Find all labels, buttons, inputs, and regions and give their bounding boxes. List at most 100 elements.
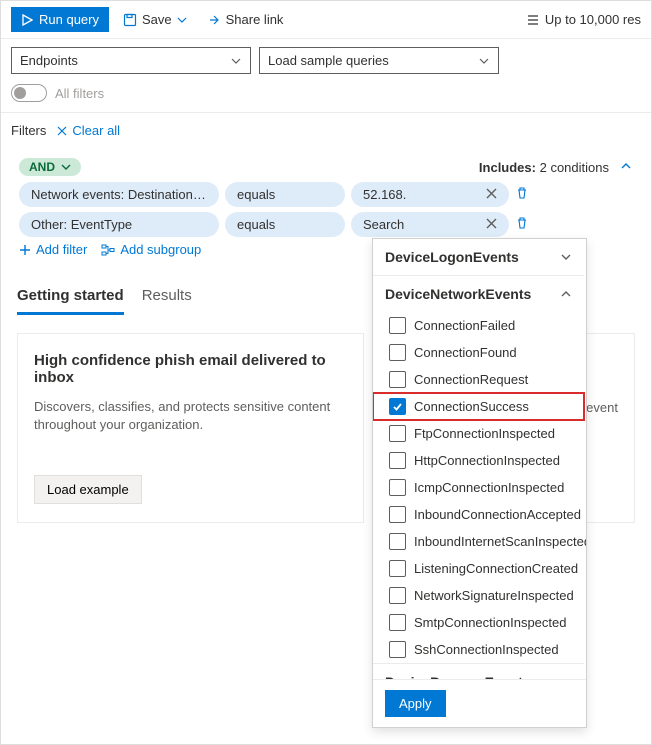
dropdown-option-label: SshConnectionInspected xyxy=(414,642,559,657)
filters-heading: Filters xyxy=(11,123,46,138)
save-label: Save xyxy=(142,12,172,27)
load-example-button[interactable]: Load example xyxy=(34,475,142,504)
checkbox[interactable] xyxy=(389,452,406,469)
dropdown-option-label: NetworkSignatureInspected xyxy=(414,588,574,603)
close-icon xyxy=(486,218,497,229)
chevron-down-icon xyxy=(177,15,187,25)
dropdown-option-label: ConnectionFailed xyxy=(414,318,515,333)
dropdown-option-label: ConnectionRequest xyxy=(414,372,528,387)
save-icon xyxy=(123,13,137,27)
tab-results[interactable]: Results xyxy=(142,287,192,315)
condition-operator[interactable]: equals xyxy=(225,212,345,237)
condition-row: Other: EventType equals Search xyxy=(19,212,633,237)
subgroup-icon xyxy=(101,244,115,256)
condition-operator[interactable]: equals xyxy=(225,182,345,207)
condition-field[interactable]: Other: EventType xyxy=(19,212,219,237)
checkbox[interactable] xyxy=(389,587,406,604)
condition-row: Network events: DestinationIPA… equals 5… xyxy=(19,182,633,207)
dropdown-option[interactable]: FtpConnectionInspected xyxy=(373,420,584,447)
samples-select[interactable]: Load sample queries xyxy=(259,47,499,74)
run-query-button[interactable]: Run query xyxy=(11,7,109,32)
dropdown-option[interactable]: NetworkSignatureInspected xyxy=(373,582,584,609)
collapse-group-button[interactable] xyxy=(619,159,633,176)
chevron-up-icon xyxy=(619,159,633,173)
share-label: Share link xyxy=(226,12,284,27)
scope-select[interactable]: Endpoints xyxy=(11,47,251,74)
dropdown-section-header[interactable]: DeviceLogonEvents xyxy=(373,239,584,275)
checkbox[interactable] xyxy=(389,398,406,415)
clear-value-button[interactable] xyxy=(486,187,497,202)
add-subgroup-button[interactable]: Add subgroup xyxy=(101,242,201,257)
checkbox[interactable] xyxy=(389,533,406,550)
checkbox[interactable] xyxy=(389,560,406,577)
run-query-label: Run query xyxy=(39,12,99,27)
dropdown-option-label: SmtpConnectionInspected xyxy=(414,615,566,630)
share-link-button[interactable]: Share link xyxy=(201,8,290,31)
example-card: High confidence phish email delivered to… xyxy=(17,333,364,523)
checkbox[interactable] xyxy=(389,344,406,361)
all-filters-label: All filters xyxy=(55,86,104,101)
all-filters-toggle[interactable] xyxy=(11,84,47,102)
dropdown-option-label: HttpConnectionInspected xyxy=(414,453,560,468)
checkbox[interactable] xyxy=(389,425,406,442)
dropdown-option[interactable]: IcmpConnectionInspected xyxy=(373,474,584,501)
dropdown-option-label: ConnectionFound xyxy=(414,345,517,360)
dropdown-option[interactable]: ListeningConnectionCreated xyxy=(373,555,584,582)
dropdown-section-header[interactable]: DeviceProcessEvents xyxy=(373,664,584,679)
delete-condition-button[interactable] xyxy=(515,186,529,203)
dropdown-option[interactable]: InboundInternetScanInspected xyxy=(373,528,584,555)
checkbox[interactable] xyxy=(389,641,406,658)
dropdown-option[interactable]: ConnectionFailed xyxy=(373,312,584,339)
card-title: High confidence phish email delivered to… xyxy=(34,352,347,386)
clear-value-button[interactable] xyxy=(486,217,497,232)
checkbox[interactable] xyxy=(389,614,406,631)
dropdown-option[interactable]: ConnectionRequest xyxy=(373,366,584,393)
dropdown-option[interactable]: ConnectionSuccess xyxy=(373,393,584,420)
chevron-up-icon xyxy=(560,288,572,300)
condition-field[interactable]: Network events: DestinationIPA… xyxy=(19,182,219,207)
scope-label: Endpoints xyxy=(20,53,78,68)
dropdown-option-label: FtpConnectionInspected xyxy=(414,426,555,441)
dropdown-option-label: InboundInternetScanInspected xyxy=(414,534,586,549)
condition-value[interactable]: Search xyxy=(351,212,509,237)
add-filter-button[interactable]: Add filter xyxy=(19,242,87,257)
checkbox[interactable] xyxy=(389,371,406,388)
results-hint: Up to 10,000 res xyxy=(526,12,641,27)
dropdown-option-label: InboundConnectionAccepted xyxy=(414,507,581,522)
dropdown-section: DeviceLogonEvents xyxy=(373,239,584,276)
plus-icon xyxy=(19,244,31,256)
dropdown-option-label: IcmpConnectionInspected xyxy=(414,480,564,495)
condition-value[interactable]: 52.168. xyxy=(351,182,509,207)
chevron-down-icon xyxy=(61,162,71,172)
checkbox[interactable] xyxy=(389,506,406,523)
all-filters-row: All filters xyxy=(1,82,651,113)
clear-all-link[interactable]: Clear all xyxy=(56,123,120,138)
trash-icon xyxy=(515,216,529,230)
delete-condition-button[interactable] xyxy=(515,216,529,233)
dropdown-option[interactable]: InboundConnectionAccepted xyxy=(373,501,584,528)
list-icon xyxy=(526,13,540,27)
tab-getting-started[interactable]: Getting started xyxy=(17,287,124,315)
and-pill[interactable]: AND xyxy=(19,158,81,176)
dropdown-option[interactable]: ConnectionFound xyxy=(373,339,584,366)
save-button[interactable]: Save xyxy=(117,8,193,31)
dropdown-option[interactable]: HttpConnectionInspected xyxy=(373,447,584,474)
share-icon xyxy=(207,13,221,27)
dropdown-option[interactable]: SshConnectionInspected xyxy=(373,636,584,663)
checkbox[interactable] xyxy=(389,479,406,496)
chevron-down-icon xyxy=(478,55,490,67)
group-header: AND Includes: 2 conditions xyxy=(19,158,633,176)
card-description: Discovers, classifies, and protects sens… xyxy=(34,398,347,434)
dropdown-option[interactable]: SmtpConnectionInspected xyxy=(373,609,584,636)
apply-button[interactable]: Apply xyxy=(385,690,446,717)
dropdown-option-label: ConnectionSuccess xyxy=(414,399,529,414)
checkbox[interactable] xyxy=(389,317,406,334)
dropdown-section: DeviceNetworkEvents ConnectionFailed Conne… xyxy=(373,276,584,664)
close-icon xyxy=(486,188,497,199)
play-icon xyxy=(21,14,33,26)
chevron-down-icon xyxy=(560,251,572,263)
dropdown-option-label: ListeningConnectionCreated xyxy=(414,561,578,576)
dropdown-section-header[interactable]: DeviceNetworkEvents xyxy=(373,276,584,312)
toolbar: Run query Save Share link Up to 10,000 r… xyxy=(1,1,651,39)
close-icon xyxy=(56,125,68,137)
